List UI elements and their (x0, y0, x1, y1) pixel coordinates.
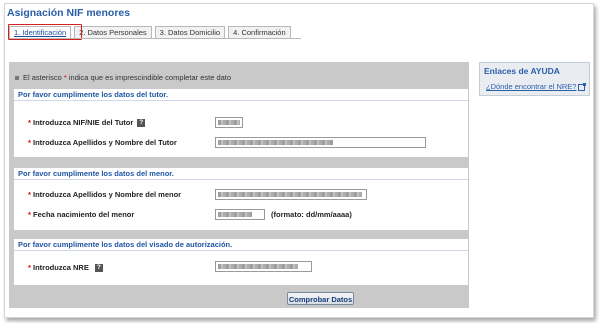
nre-label: * Introduzca NRE? (28, 263, 103, 273)
required-marker: * (28, 263, 31, 272)
visado-section-header: Por favor cumplimente los datos del visa… (14, 239, 468, 251)
redacted-value (218, 264, 298, 269)
menor-name-label: * Introduzca Apellidos y Nombre del meno… (28, 190, 181, 199)
menor-birthdate-input[interactable] (215, 209, 265, 220)
required-marker: * (28, 210, 31, 219)
tutor-nif-input[interactable] (215, 117, 243, 128)
nre-input[interactable] (215, 261, 312, 272)
help-panel-title: Enlaces de AYUDA (484, 66, 560, 76)
required-note: El asterisco * indica que es imprescindi… (15, 73, 231, 82)
redacted-value (218, 140, 333, 145)
tab-identificacion[interactable]: 1. Identificación (9, 26, 72, 38)
redacted-value (218, 212, 252, 217)
tab-datos-domicilio[interactable]: 3. Datos Domicilio (154, 26, 226, 38)
required-marker: * (28, 138, 31, 147)
required-note-suffix: indica que es imprescindible completar e… (68, 73, 232, 82)
required-note-asterisk: * (63, 73, 67, 82)
redacted-value (218, 120, 240, 125)
required-marker: * (28, 118, 31, 127)
tutor-name-input[interactable] (215, 137, 426, 148)
date-format-hint: (formato: dd/mm/aaaa) (271, 210, 352, 219)
tutor-nif-label-text: Introduzca NIF/NIE del Tutor (33, 118, 134, 127)
tabs-divider (9, 38, 301, 39)
tutor-name-label-text: Introduzca Apellidos y Nombre del Tutor (33, 138, 177, 147)
menor-name-label-text: Introduzca Apellidos y Nombre del menor (33, 190, 182, 199)
required-marker: * (28, 190, 31, 199)
tab-bar: 1. Identificación 2. Datos Personales 3.… (9, 26, 291, 38)
tutor-name-label: * Introduzca Apellidos y Nombre del Tuto… (28, 138, 177, 147)
help-icon[interactable]: ? (94, 264, 103, 273)
page-title: Asignación NIF menores (7, 7, 131, 19)
tab-datos-personales[interactable]: 2. Datos Personales (74, 26, 152, 38)
tutor-section-header: Por favor cumplimente los datos del tuto… (14, 89, 468, 101)
menor-birthdate-label-text: Fecha nacimiento del menor (33, 210, 135, 219)
menor-birthdate-label: * Fecha nacimiento del menor (28, 210, 134, 219)
menor-section-header: Por favor cumplimente los datos del meno… (14, 168, 468, 180)
help-icon[interactable]: ? (137, 119, 146, 128)
nre-help-link[interactable]: ¿Dónde encontrar el NRE? (486, 82, 587, 91)
help-panel: Enlaces de AYUDA ¿Dónde encontrar el NRE… (479, 62, 590, 96)
bullet-icon (15, 76, 19, 81)
nre-label-text: Introduzca NRE (33, 263, 89, 272)
nre-help-link-text[interactable]: ¿Dónde encontrar el NRE? (486, 82, 576, 91)
redacted-value (218, 192, 362, 197)
required-note-prefix: El asterisco (23, 73, 62, 82)
comprobar-datos-button[interactable]: Comprobar Datos (287, 292, 354, 305)
external-link-icon (578, 82, 587, 91)
tutor-nif-label: * Introduzca NIF/NIE del Tutor? (28, 118, 146, 128)
tab-confirmacion[interactable]: 4. Confirmación (228, 26, 291, 38)
menor-name-input[interactable] (215, 189, 367, 200)
